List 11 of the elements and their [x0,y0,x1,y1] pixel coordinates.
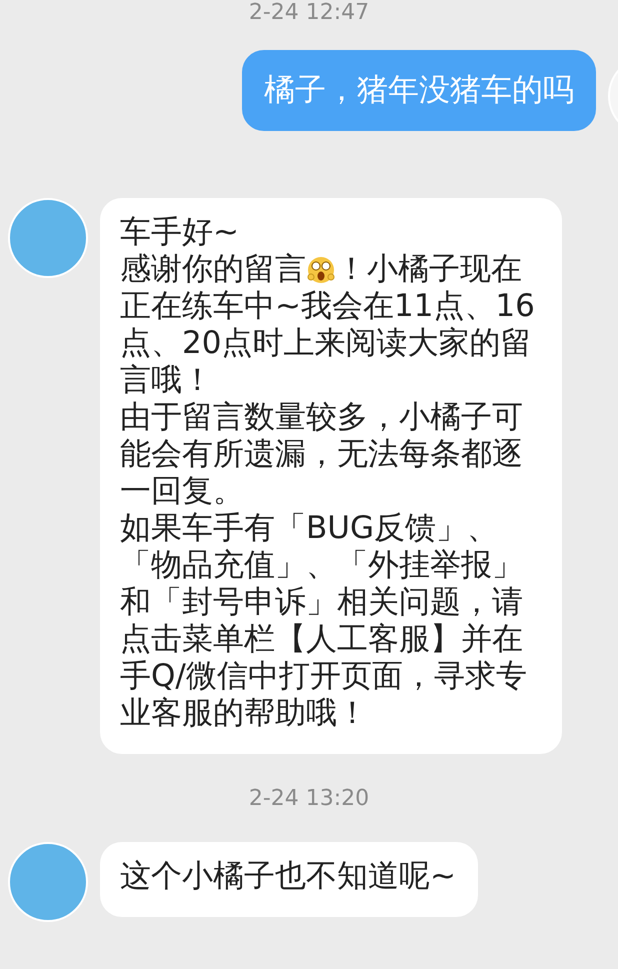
message-text: 橘子，猪年没猪车的吗 [264,72,574,109]
shocked-face-icon [306,254,336,284]
message-text: 车手好~ [120,214,240,251]
message-text: 如果车手有「BUG反馈」、「物品充值」、「外挂举报」和「封号申诉」相关问题，请点击菜单栏【人工客服】并在手Q/微信中打开页面，寻求专业客服的帮助哦！ [120,510,528,732]
message-text: ！小橘子现在 [336,251,522,288]
message-text: 这个小橘子也不知道呢~ [120,858,456,895]
message-text: 由于留言数量较多，小橘子可能会有所遗漏，无法每条都逐一回复。 [120,399,524,510]
message-text: 感谢你的留言 [120,251,306,288]
message-text: 正在练车中~我会在11点、16点、20点时上来阅读大家的留言哦！ [120,288,536,399]
message-timestamp: 2-24 13:20 [248,786,370,812]
message-timestamp: 2-24 12:47 [248,0,370,26]
